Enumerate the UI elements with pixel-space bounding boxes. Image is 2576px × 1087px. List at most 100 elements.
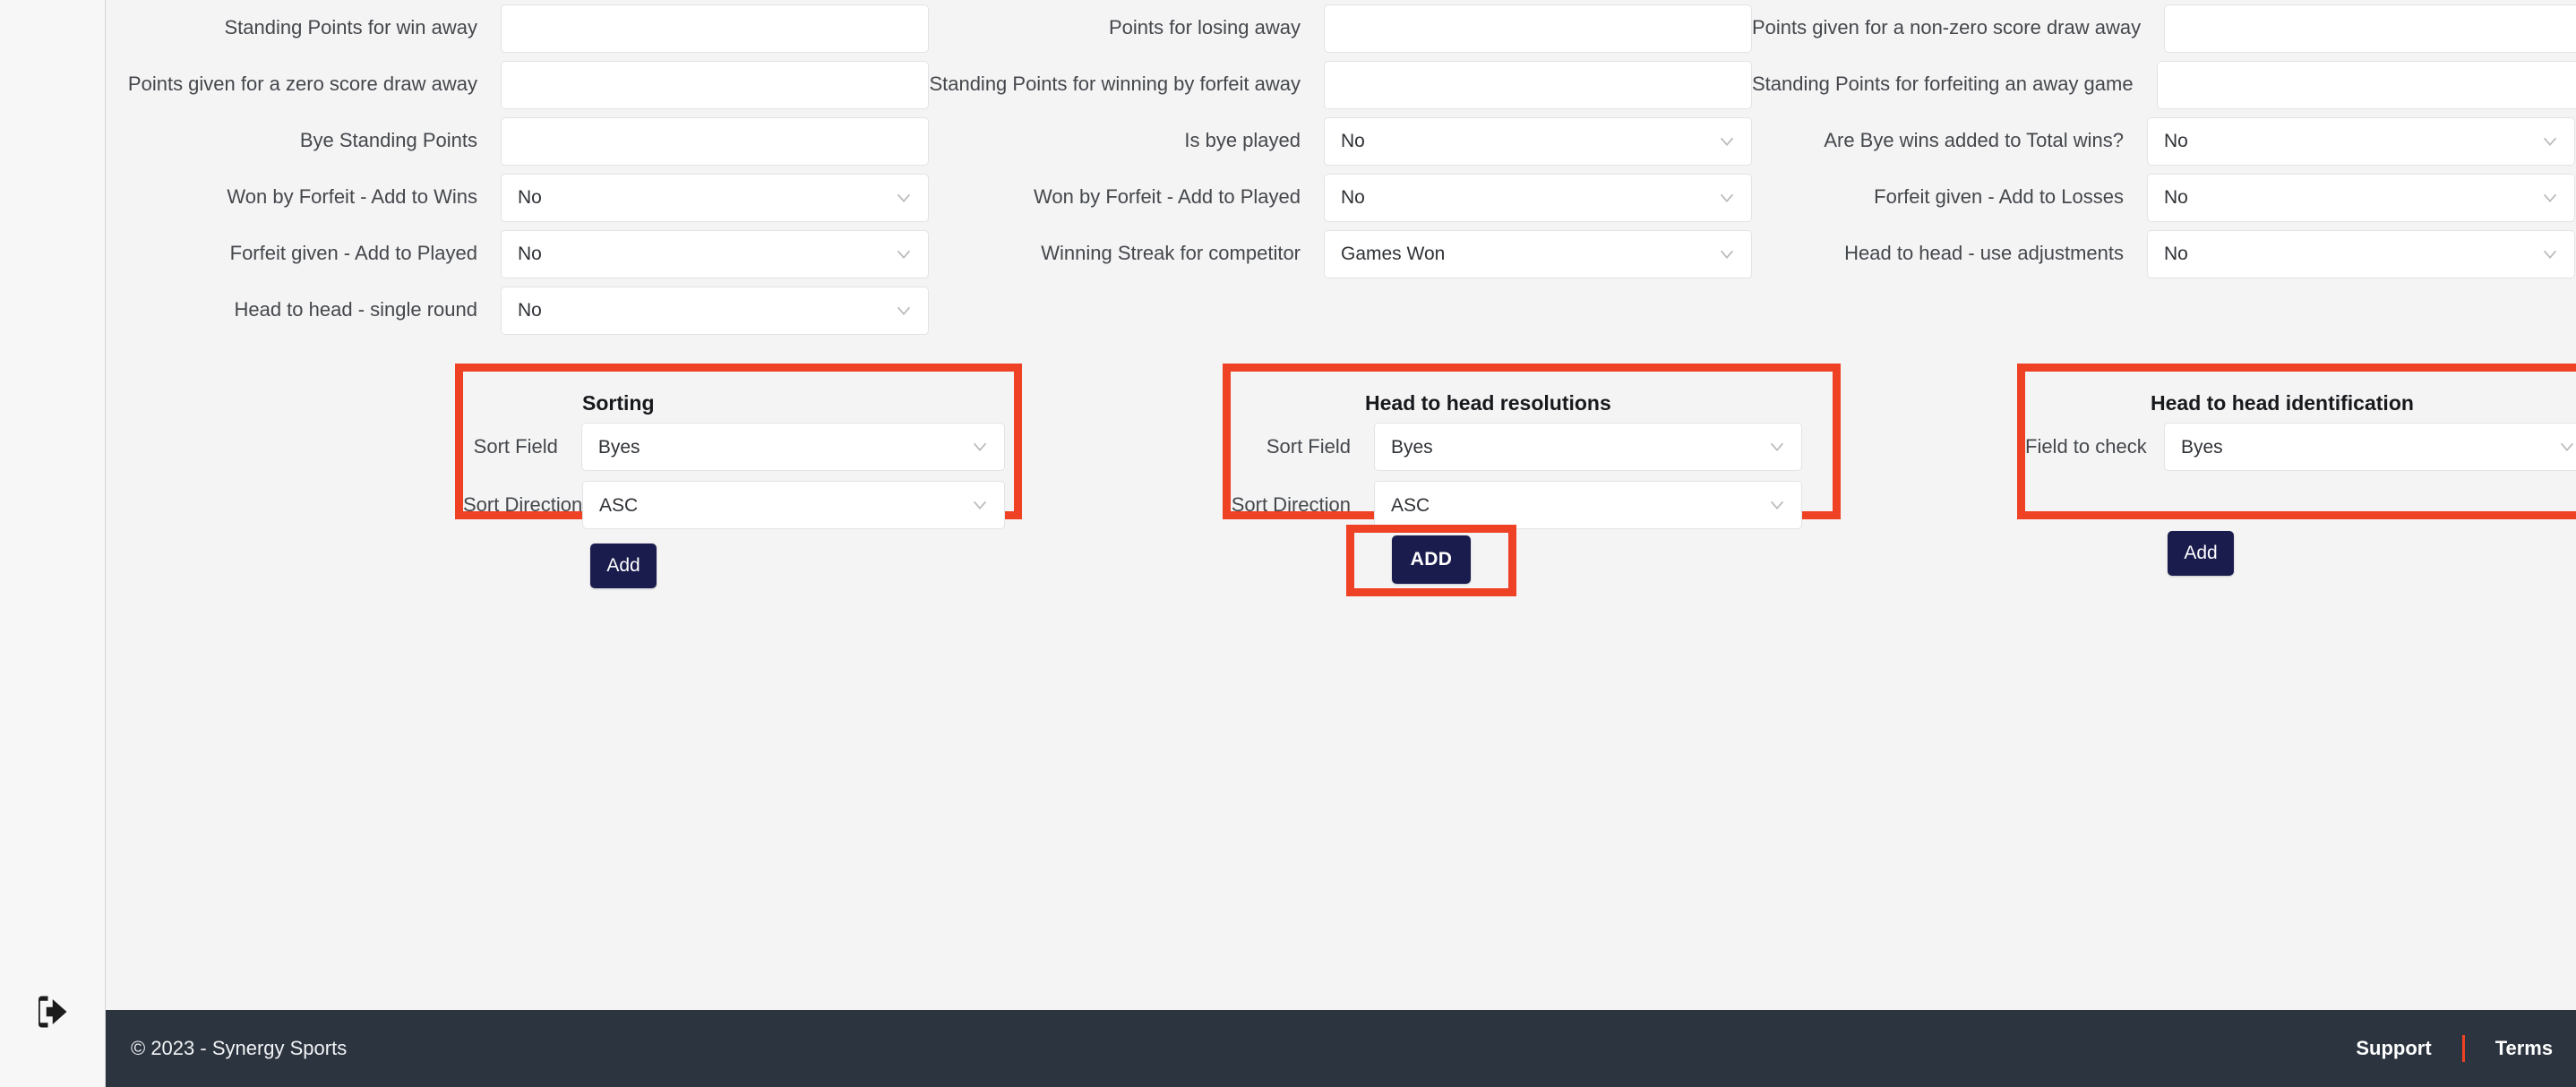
field-label-head-to-head-single-round: Head to head - single round	[234, 298, 477, 321]
field-control: No	[2147, 173, 2575, 222]
form-cell: Head to head - use adjustments No	[1752, 229, 2575, 278]
field-label-points-given-for-a-non-zero-score-draw-away: Points given for a non-zero score draw a…	[1752, 16, 2142, 39]
field-label-head-to-head-use-adjustments: Head to head - use adjustments	[1844, 242, 2124, 265]
select-winning-streak-for-competitor[interactable]: Games Won	[1324, 229, 1752, 278]
select-won-by-forfeit-add-to-wins[interactable]: No	[501, 173, 929, 222]
main-column: Standing Points for win away Points for l…	[106, 0, 2576, 1087]
chevron-down-icon	[970, 495, 990, 515]
input-points-given-for-a-non-zero-score-draw-away[interactable]	[2164, 4, 2576, 53]
h2h-resolutions-sort-field-label: Sort Field	[1266, 435, 1351, 458]
select-won-by-forfeit-add-to-played[interactable]: No	[1324, 173, 1752, 222]
page-footer: © 2023 - Synergy Sports Support Terms	[106, 1010, 2576, 1087]
left-sidebar	[0, 0, 106, 1087]
input-bye-standing-points[interactable]	[501, 116, 929, 166]
logout-icon[interactable]	[23, 986, 79, 1038]
h2h-resolutions-sort-field-select[interactable]: Byes	[1374, 423, 1802, 471]
sorting-add-button[interactable]: Add	[590, 544, 657, 588]
field-control	[2164, 4, 2576, 53]
select-value-forfeit-given-add-to-played: No	[518, 244, 542, 264]
select-value-forfeit-given-add-to-losses: No	[2164, 187, 2188, 208]
h2h-identification-panel-highlight: Head to head identification Field to che…	[2017, 364, 2576, 576]
input-standing-points-for-winning-by-forfeit-away[interactable]	[1324, 60, 1752, 109]
form-row: Head to head - single round No	[106, 282, 2576, 338]
input-standing-points-for-win-away[interactable]	[501, 4, 929, 53]
h2h-resolutions-sort-direction-value: ASC	[1391, 494, 1430, 516]
field-label-points-given-for-a-zero-score-draw-away: Points given for a zero score draw away	[127, 73, 477, 96]
chevron-down-icon	[1767, 495, 1787, 515]
chevron-down-icon	[970, 437, 990, 457]
sorting-panel-highlight: Sorting Sort Field Byes Sort Direction A…	[455, 364, 1022, 588]
field-label-standing-points-for-win-away: Standing Points for win away	[224, 16, 478, 39]
field-control	[501, 116, 929, 166]
form-cell: Won by Forfeit - Add to Played No	[929, 173, 1752, 222]
chevron-down-icon	[1717, 244, 1737, 264]
select-value-winning-streak-for-competitor: Games Won	[1341, 244, 1446, 264]
sorting-sort-field-row: Sort Field Byes	[463, 423, 1005, 471]
input-points-given-for-a-zero-score-draw-away[interactable]	[501, 60, 929, 109]
field-control: No	[2147, 116, 2575, 166]
chevron-down-icon	[894, 244, 914, 264]
h2h-resolutions-panel-title: Head to head resolutions	[1365, 391, 1611, 415]
form-row: Standing Points for win away Points for l…	[106, 0, 2576, 56]
field-control: No	[501, 286, 929, 335]
h2h-identification-add-button[interactable]: Add	[2168, 531, 2234, 576]
form-row: Won by Forfeit - Add to Wins No Won by For…	[106, 169, 2576, 226]
select-forfeit-given-add-to-losses[interactable]: No	[2147, 173, 2575, 222]
field-control: No	[501, 229, 929, 278]
form-cell: Standing Points for winning by forfeit a…	[929, 60, 1752, 109]
select-value-head-to-head-single-round: No	[518, 300, 542, 321]
chevron-down-icon	[2557, 437, 2576, 457]
chevron-down-icon	[1717, 132, 1737, 151]
submit-add-button[interactable]: ADD	[1392, 535, 1471, 584]
field-control	[1324, 4, 1752, 53]
form-cell: Points given for a zero score draw away	[106, 60, 929, 109]
form-cell: Standing Points for win away	[106, 4, 929, 53]
h2h-identification-field-select[interactable]: Byes	[2164, 423, 2576, 471]
field-label-won-by-forfeit-add-to-wins: Won by Forfeit - Add to Wins	[227, 185, 477, 209]
form-cell: Standing Points for forfeiting an away g…	[1752, 60, 2576, 109]
h2h-identification-field-row: Field to check Byes	[2025, 423, 2576, 471]
form-cell: Is bye played No	[929, 116, 1752, 166]
field-label-is-bye-played: Is bye played	[1184, 129, 1301, 152]
panels-region: Sorting Sort Field Byes Sort Direction A…	[106, 355, 2576, 596]
chevron-down-icon	[2540, 244, 2560, 264]
sorting-sort-direction-value: ASC	[599, 494, 639, 516]
h2h-resolutions-sort-field-value: Byes	[1391, 436, 1433, 458]
h2h-resolutions-panel-highlight: Head to head resolutions Sort Field Byes	[1223, 364, 1841, 588]
sorting-sort-field-select[interactable]: Byes	[580, 423, 1005, 471]
h2h-resolutions-sort-direction-select[interactable]: ASC	[1374, 481, 1802, 529]
footer-support-link[interactable]: Support	[2356, 1037, 2431, 1060]
sorting-sort-direction-select[interactable]: ASC	[582, 481, 1005, 529]
h2h-identification-field-label: Field to check	[2025, 435, 2147, 458]
input-points-for-losing-away[interactable]	[1324, 4, 1752, 53]
footer-terms-link[interactable]: Terms	[2495, 1037, 2553, 1060]
field-label-won-by-forfeit-add-to-played: Won by Forfeit - Add to Played	[1034, 185, 1301, 209]
select-value-won-by-forfeit-add-to-wins: No	[518, 187, 542, 208]
field-control: No	[1324, 173, 1752, 222]
form-row: Bye Standing Points Is bye played No Are By…	[106, 113, 2576, 169]
form-row: Forfeit given - Add to Played No Winning S…	[106, 226, 2576, 282]
sorting-sort-direction-label: Sort Direction	[463, 493, 583, 516]
form-cell: Bye Standing Points	[106, 116, 929, 166]
input-standing-points-for-forfeiting-an-away-game[interactable]	[2156, 60, 2576, 109]
select-value-won-by-forfeit-add-to-played: No	[1341, 187, 1365, 208]
h2h-resolutions-sort-direction-label: Sort Direction	[1231, 493, 1351, 516]
select-head-to-head-use-adjustments[interactable]: No	[2147, 229, 2575, 278]
select-head-to-head-single-round[interactable]: No	[501, 286, 929, 335]
chevron-down-icon	[2540, 132, 2560, 151]
select-forfeit-given-add-to-played[interactable]: No	[501, 229, 929, 278]
h2h-identification-field-value: Byes	[2181, 436, 2223, 458]
sorting-panel-title: Sorting	[582, 391, 655, 415]
h2h-resolutions-sort-direction-row: Sort Direction ASC	[1231, 481, 1822, 529]
settings-form: Standing Points for win away Points for l…	[106, 0, 2576, 338]
form-cell: Head to head - single round No	[106, 286, 929, 335]
sorting-sort-direction-row: Sort Direction ASC	[463, 481, 1005, 529]
field-label-forfeit-given-add-to-losses: Forfeit given - Add to Losses	[1874, 185, 2124, 209]
field-control: No	[501, 173, 929, 222]
select-are-bye-wins-added-to-total-wins[interactable]: No	[2147, 116, 2575, 166]
chevron-down-icon	[2540, 188, 2560, 208]
select-is-bye-played[interactable]: No	[1324, 116, 1752, 166]
form-cell: Won by Forfeit - Add to Wins No	[106, 173, 929, 222]
field-label-winning-streak-for-competitor: Winning Streak for competitor	[1041, 242, 1301, 265]
h2h-resolutions-sort-field-row: Sort Field Byes	[1231, 423, 1822, 471]
